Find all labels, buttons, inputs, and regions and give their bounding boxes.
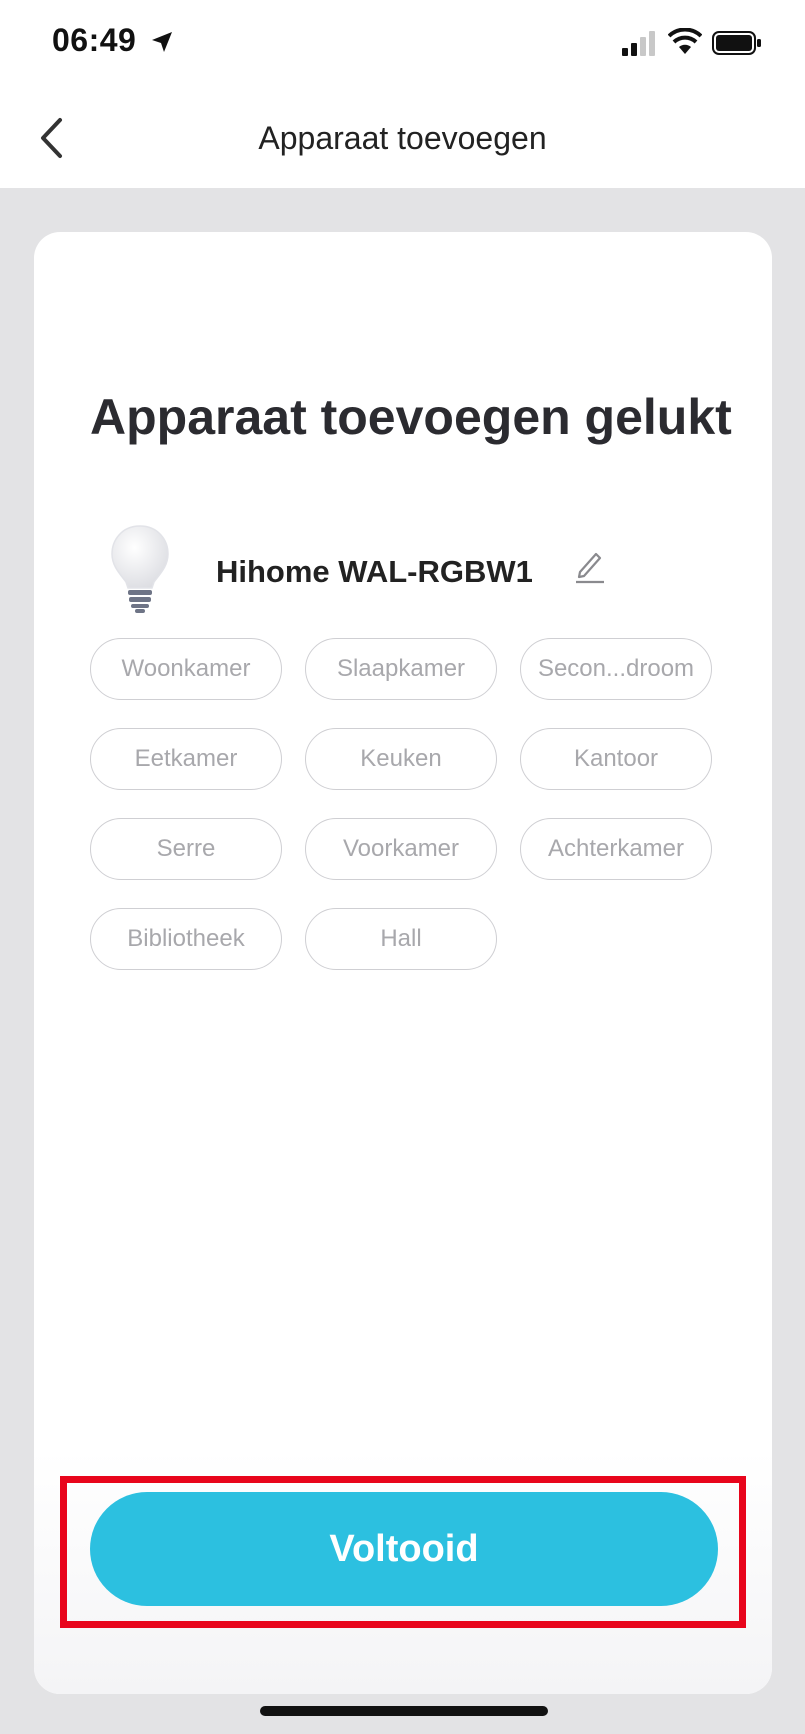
room-chip-keuken[interactable]: Keuken: [305, 728, 497, 790]
wifi-icon: [668, 28, 702, 54]
room-chip-eetkamer[interactable]: Eetkamer: [90, 728, 282, 790]
room-chip-woonkamer[interactable]: Woonkamer: [90, 638, 282, 700]
nav-bar: Apparaat toevoegen: [0, 88, 805, 188]
pencil-icon[interactable]: [572, 546, 608, 586]
success-heading: Apparaat toevoegen gelukt: [90, 389, 732, 445]
light-bulb-icon: [111, 525, 169, 613]
room-chip-kantoor[interactable]: Kantoor: [520, 728, 712, 790]
device-name: Hihome WAL-RGBW1: [216, 554, 533, 589]
home-indicator: [260, 1706, 548, 1716]
status-time: 06:49: [52, 22, 137, 58]
room-chip-serre[interactable]: Serre: [90, 818, 282, 880]
battery-icon: [712, 31, 761, 55]
location-arrow-icon: [152, 32, 172, 52]
nav-title: Apparaat toevoegen: [258, 120, 547, 156]
done-button[interactable]: Voltooid: [90, 1492, 718, 1606]
room-chip-achterkamer[interactable]: Achterkamer: [520, 818, 712, 880]
room-chip-secondroom[interactable]: Secon...droom: [520, 638, 712, 700]
status-bar: 06:49: [0, 0, 805, 88]
room-chip-hall[interactable]: Hall: [305, 908, 497, 970]
room-chip-bibliotheek[interactable]: Bibliotheek: [90, 908, 282, 970]
room-chip-slaapkamer[interactable]: Slaapkamer: [305, 638, 497, 700]
room-chip-voorkamer[interactable]: Voorkamer: [305, 818, 497, 880]
cellular-signal-icon: [622, 31, 655, 56]
